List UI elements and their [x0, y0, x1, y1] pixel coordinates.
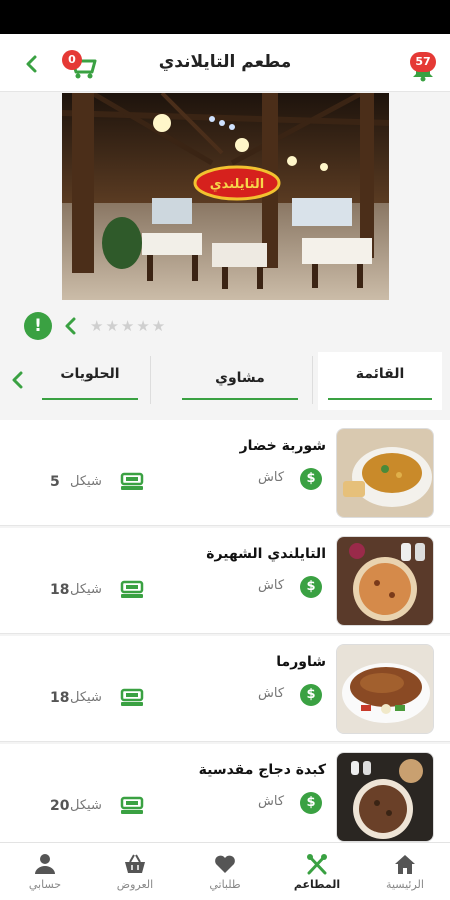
tab-underline	[328, 398, 432, 400]
tab-label: القائمة	[355, 366, 405, 382]
menu-item[interactable]: كبدة دجاج مقدسية $ كاش شيكل 20	[0, 744, 450, 850]
payment-method: كاش	[258, 794, 285, 809]
rating-stars: ★★★★★	[90, 317, 168, 335]
currency: شيكل	[70, 474, 102, 489]
price: 18	[50, 582, 70, 598]
dish-name: التايلندي الشهيرة	[206, 546, 326, 562]
price: 20	[50, 798, 70, 814]
nav-restaurants[interactable]: المطاعم	[272, 843, 362, 900]
rating-row: ! ★★★★★	[24, 312, 224, 340]
basket-icon	[125, 854, 145, 873]
nav-label: الرئيسية	[386, 878, 424, 891]
notification-count-badge: 57	[410, 52, 436, 72]
dish-image	[336, 536, 434, 626]
menu-item[interactable]: شوربة خضار $ كاش شيكل 5	[0, 420, 450, 526]
dollar-icon: $	[300, 576, 322, 598]
tab-divider	[312, 356, 313, 404]
chevron-left-icon[interactable]	[10, 370, 26, 390]
dollar-icon: $	[300, 684, 322, 706]
menu-item[interactable]: التايلندي الشهيرة $ كاش شيكل 18	[0, 528, 450, 634]
tab-label: الحلويات	[60, 366, 120, 382]
utensils-icon	[307, 854, 327, 875]
dish-image	[336, 428, 434, 518]
tab-underline	[42, 398, 138, 400]
dollar-icon: $	[300, 792, 322, 814]
nav-home[interactable]: الرئيسية	[360, 843, 450, 900]
home-icon	[395, 855, 415, 874]
restaurant-photo: التايلندي	[62, 93, 389, 300]
tab-sweets[interactable]: الحلويات	[32, 352, 148, 410]
dish-name: شاورما	[276, 654, 326, 670]
restaurant-interior-illustration: التايلندي	[62, 93, 389, 300]
heart-icon	[215, 855, 235, 873]
tab-label: مشاوي	[215, 370, 265, 386]
menu-item[interactable]: شاورما $ كاش شيكل 18	[0, 636, 450, 742]
nav-account[interactable]: حسابي	[0, 843, 90, 900]
payment-method: كاش	[258, 470, 285, 485]
chevron-left-icon[interactable]	[62, 316, 80, 336]
cash-register-icon	[120, 472, 144, 490]
nav-label: حسابي	[28, 878, 62, 891]
price: 5	[50, 474, 60, 490]
tab-grills[interactable]: مشاوي	[172, 352, 308, 410]
page-title: مطعم التايلاندي	[158, 52, 292, 72]
nav-label: المطاعم	[293, 878, 341, 891]
price: 18	[50, 690, 70, 706]
tab-menu[interactable]: القائمة	[318, 352, 442, 410]
bottom-nav: الرئيسية المطاعم طلباتي العروض حسابي	[0, 842, 450, 900]
dollar-icon: $	[300, 468, 322, 490]
nav-label: طلباتي	[209, 878, 241, 891]
app-bar: 0 مطعم التايلاندي 57	[0, 34, 450, 92]
cash-register-icon	[120, 796, 144, 814]
category-tabs: الحلويات مشاوي القائمة	[0, 352, 450, 410]
tab-divider	[150, 356, 151, 404]
nav-orders[interactable]: طلباتي	[180, 843, 270, 900]
cash-register-icon	[120, 688, 144, 706]
dish-name: كبدة دجاج مقدسية	[198, 762, 326, 778]
info-icon[interactable]: !	[24, 312, 52, 340]
tab-underline	[182, 398, 298, 400]
currency: شيكل	[70, 798, 102, 813]
nav-offers[interactable]: العروض	[90, 843, 180, 900]
cash-register-icon	[120, 580, 144, 598]
restaurant-logo-text: التايلندي	[210, 177, 264, 192]
dish-image	[336, 644, 434, 734]
dish-name: شوربة خضار	[239, 438, 326, 454]
status-bar	[0, 0, 450, 34]
nav-label: العروض	[116, 878, 154, 891]
currency: شيكل	[70, 582, 102, 597]
dish-image	[336, 752, 434, 842]
payment-method: كاش	[258, 686, 285, 701]
currency: شيكل	[70, 690, 102, 705]
payment-method: كاش	[258, 578, 285, 593]
user-icon	[35, 854, 55, 874]
